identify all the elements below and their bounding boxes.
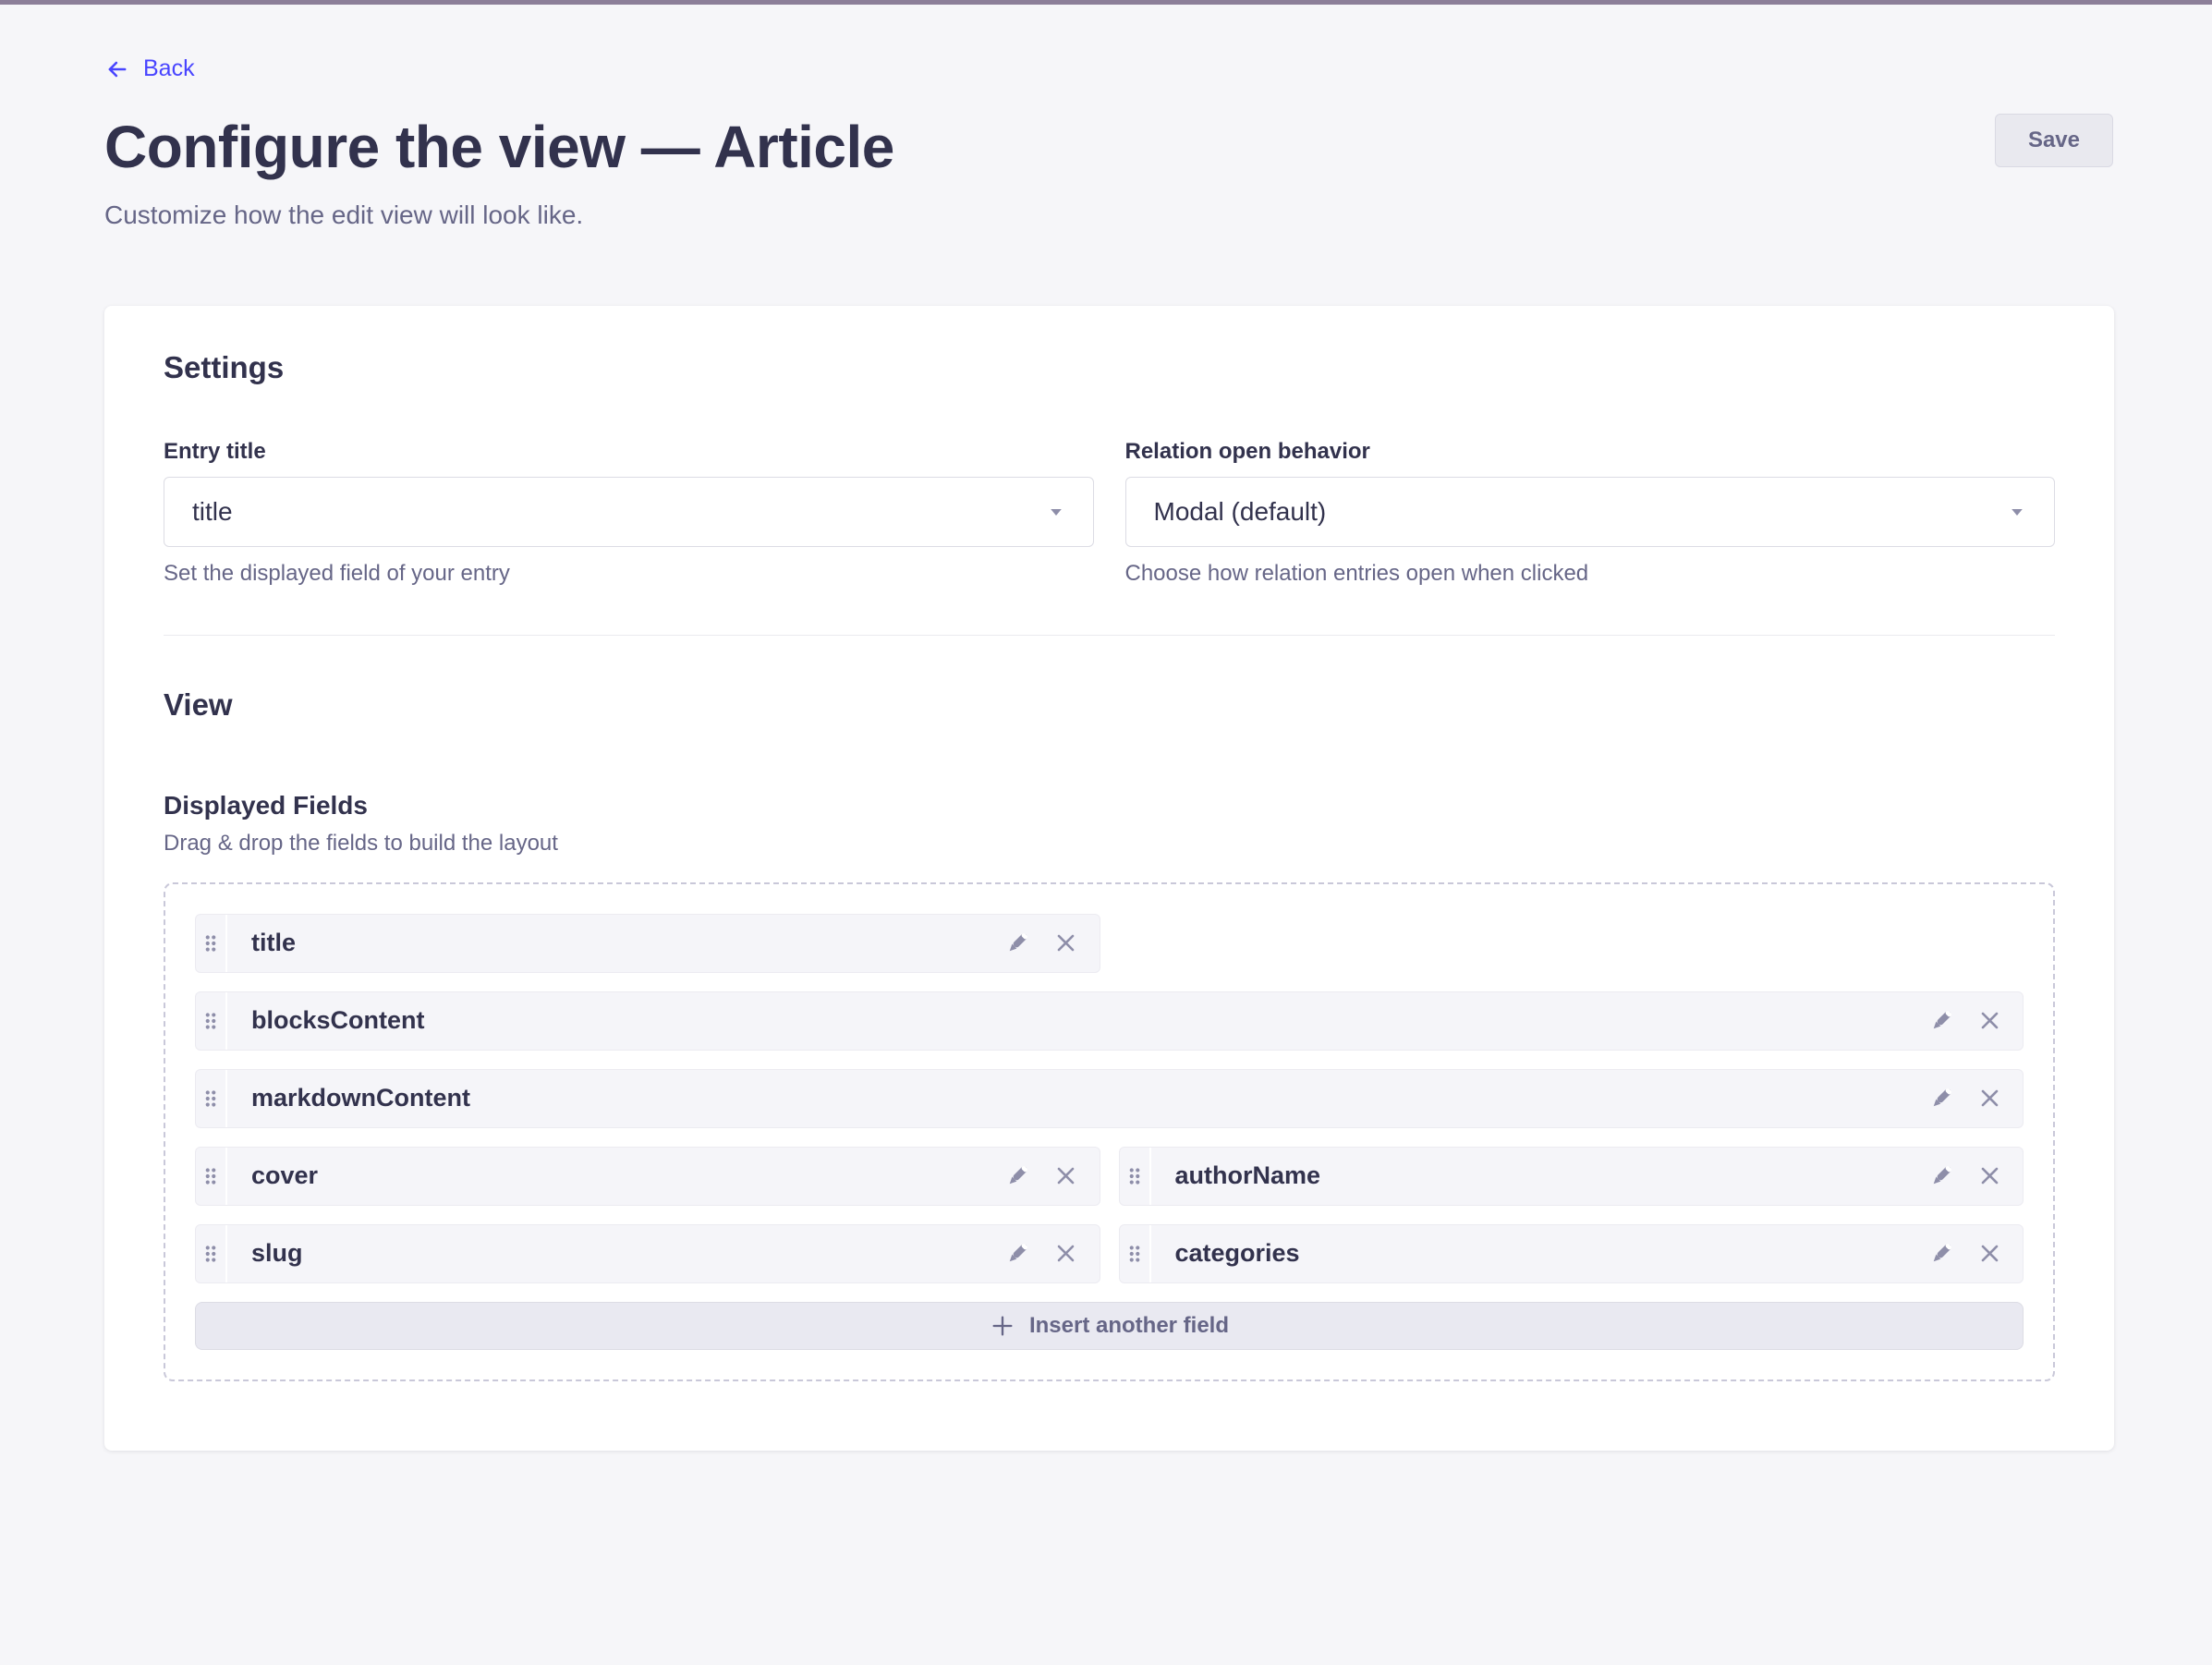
- settings-heading: Settings: [164, 350, 2055, 385]
- entry-title-hint: Set the displayed field of your entry: [164, 561, 1094, 587]
- field-actions: [1921, 992, 2023, 1050]
- field-actions: [998, 1148, 1100, 1205]
- caret-down-icon: [2008, 503, 2026, 521]
- field-card[interactable]: authorName: [1119, 1147, 2024, 1206]
- plus-icon: [990, 1313, 1015, 1339]
- field-card[interactable]: slug: [195, 1224, 1100, 1283]
- field-card[interactable]: blocksContent: [195, 991, 2024, 1051]
- back-label: Back: [143, 55, 195, 82]
- remove-field-button[interactable]: [1969, 1156, 2010, 1197]
- drag-handle-icon[interactable]: [196, 1148, 227, 1205]
- remove-field-button[interactable]: [1969, 1078, 2010, 1119]
- edit-field-button[interactable]: [1921, 1234, 1962, 1274]
- drag-handle-icon[interactable]: [196, 1070, 227, 1127]
- edit-field-button[interactable]: [998, 1156, 1039, 1197]
- field-label: categories: [1151, 1239, 1300, 1268]
- fields-grid: title: [195, 914, 2024, 1350]
- displayed-fields-title: Displayed Fields: [164, 791, 2055, 820]
- close-icon: [1978, 1087, 2001, 1110]
- save-button[interactable]: Save: [1995, 114, 2113, 167]
- pencil-icon: [1929, 1241, 1954, 1266]
- close-icon: [1978, 1242, 2001, 1265]
- drag-handle-icon[interactable]: [196, 1225, 227, 1282]
- pencil-icon: [1929, 1086, 1954, 1111]
- field-actions: [1921, 1148, 2023, 1205]
- drag-handle-icon[interactable]: [1120, 1225, 1151, 1282]
- field-card[interactable]: markdownContent: [195, 1069, 2024, 1128]
- relation-behavior-field: Relation open behavior Modal (default) C…: [1125, 439, 2056, 587]
- field-label: markdownContent: [227, 1084, 470, 1112]
- field-card[interactable]: categories: [1119, 1224, 2024, 1283]
- pencil-icon: [1929, 1163, 1954, 1188]
- edit-field-button[interactable]: [1921, 1001, 1962, 1041]
- field-actions: [1921, 1225, 2023, 1282]
- edit-field-button[interactable]: [998, 1234, 1039, 1274]
- edit-field-button[interactable]: [998, 923, 1039, 964]
- back-link[interactable]: Back: [104, 55, 195, 82]
- field-label: blocksContent: [227, 1006, 425, 1035]
- insert-field-button[interactable]: Insert another field: [195, 1302, 2024, 1350]
- remove-field-button[interactable]: [1046, 923, 1087, 964]
- remove-field-button[interactable]: [1046, 1234, 1087, 1274]
- remove-field-button[interactable]: [1969, 1234, 2010, 1274]
- close-icon: [1054, 1164, 1077, 1187]
- close-icon: [1978, 1164, 2001, 1187]
- relation-behavior-label: Relation open behavior: [1125, 439, 2056, 465]
- settings-form: Entry title title Set the displayed fiel…: [164, 439, 2055, 587]
- close-icon: [1054, 931, 1077, 954]
- page-title: Configure the view — Article: [104, 116, 2113, 178]
- field-label: slug: [227, 1239, 303, 1268]
- drag-handle-icon[interactable]: [196, 915, 227, 972]
- view-heading: View: [164, 687, 2055, 723]
- configure-view-page: Back Configure the view — Article Custom…: [0, 5, 2212, 1451]
- pencil-icon: [1929, 1008, 1954, 1033]
- close-icon: [1054, 1242, 1077, 1265]
- drag-handle-icon[interactable]: [1120, 1148, 1151, 1205]
- entry-title-select[interactable]: title: [164, 477, 1094, 547]
- fields-drop-zone: title: [164, 882, 2055, 1381]
- field-card[interactable]: cover: [195, 1147, 1100, 1206]
- relation-behavior-value: Modal (default): [1154, 497, 1327, 527]
- remove-field-button[interactable]: [1046, 1156, 1087, 1197]
- field-actions: [1921, 1070, 2023, 1127]
- edit-field-button[interactable]: [1921, 1156, 1962, 1197]
- page-subtitle: Customize how the edit view will look li…: [104, 201, 2113, 230]
- entry-title-label: Entry title: [164, 439, 1094, 465]
- section-divider: [164, 635, 2055, 636]
- close-icon: [1978, 1009, 2001, 1032]
- remove-field-button[interactable]: [1969, 1001, 2010, 1041]
- field-actions: [998, 915, 1100, 972]
- insert-field-label: Insert another field: [1029, 1313, 1229, 1339]
- caret-down-icon: [1047, 503, 1065, 521]
- drag-handle-icon[interactable]: [196, 992, 227, 1050]
- edit-field-button[interactable]: [1921, 1078, 1962, 1119]
- pencil-icon: [1005, 1241, 1030, 1266]
- displayed-fields-hint: Drag & drop the fields to build the layo…: [164, 831, 2055, 857]
- arrow-left-icon: [104, 56, 130, 82]
- field-card[interactable]: title: [195, 914, 1100, 973]
- settings-card: Settings Entry title title Set the displ…: [104, 306, 2114, 1451]
- pencil-icon: [1005, 1163, 1030, 1188]
- field-label: authorName: [1151, 1161, 1321, 1190]
- entry-title-field: Entry title title Set the displayed fiel…: [164, 439, 1094, 587]
- field-label: cover: [227, 1161, 318, 1190]
- pencil-icon: [1005, 930, 1030, 955]
- field-label: title: [227, 929, 296, 957]
- relation-behavior-select[interactable]: Modal (default): [1125, 477, 2056, 547]
- relation-behavior-hint: Choose how relation entries open when cl…: [1125, 561, 2056, 587]
- field-actions: [998, 1225, 1100, 1282]
- entry-title-value: title: [192, 497, 233, 527]
